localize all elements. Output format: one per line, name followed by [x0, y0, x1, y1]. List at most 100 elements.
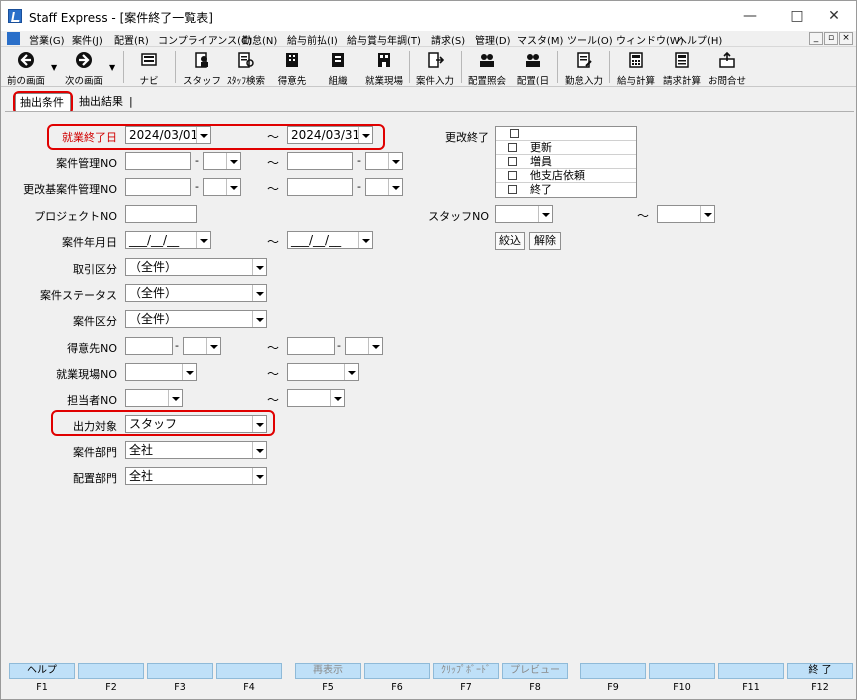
chevron-down-icon[interactable] [226, 179, 240, 195]
chevron-down-icon[interactable] [196, 127, 210, 143]
end-date-to-input[interactable]: 2024/03/31 [287, 126, 373, 144]
renewal-option-end[interactable]: 終了 [496, 183, 636, 197]
menu-anken[interactable]: 案件(J) [72, 32, 103, 47]
forward-dropdown-icon[interactable]: ▼ [109, 63, 115, 72]
fkey-f10[interactable]: F10 [649, 661, 715, 697]
payroll-button[interactable]: 給与計算 [613, 49, 659, 87]
checkbox[interactable] [508, 171, 517, 180]
menu-tool[interactable]: ツール(O) [567, 32, 613, 47]
mdi-restore-button[interactable]: ▫ [824, 32, 838, 45]
exit-button[interactable]: 終 了 [787, 663, 853, 679]
organization-button[interactable]: 組織 [317, 49, 359, 87]
menu-eigyo[interactable]: 営業(G) [29, 32, 65, 47]
output-target-select[interactable]: スタッフ [125, 415, 267, 433]
project-mgmt-no-from-input[interactable] [125, 152, 191, 170]
back-button[interactable]: 前の画面 [3, 49, 49, 87]
project-mgmt-branch-from-select[interactable] [203, 152, 241, 170]
staff-search-button[interactable]: ｽﾀｯﾌ検索 [223, 49, 269, 87]
transaction-type-select[interactable]: （全件） [125, 258, 267, 276]
project-date-from-input[interactable]: ___/__/__ [125, 231, 211, 249]
chevron-down-icon[interactable] [168, 390, 182, 406]
project-mgmt-branch-to-select[interactable] [365, 152, 403, 170]
client-branch-from-select[interactable] [183, 337, 221, 355]
clipboard-button[interactable]: ｸﾘｯﾌﾟﾎﾞｰﾄﾞ [433, 663, 499, 679]
chevron-down-icon[interactable] [358, 127, 372, 143]
chevron-down-icon[interactable] [538, 206, 552, 222]
renewal-option-renew[interactable]: 更新 [496, 141, 636, 155]
client-branch-to-select[interactable] [345, 337, 383, 355]
menu-seikyu[interactable]: 請求(S) [431, 32, 465, 47]
project-status-select[interactable]: （全件） [125, 284, 267, 302]
chevron-down-icon[interactable] [252, 468, 266, 484]
inquiry-button[interactable]: お問合せ [705, 49, 749, 87]
chevron-down-icon[interactable] [368, 338, 382, 354]
fkey-f12[interactable]: 終 了 F12 [787, 661, 853, 697]
menu-kyuyo-maebarai[interactable]: 給与前払(I) [287, 32, 338, 47]
checkbox[interactable] [508, 185, 517, 194]
fkey-f2[interactable]: F2 [78, 661, 144, 697]
checkbox[interactable] [510, 129, 519, 138]
tab-extract-results[interactable]: 抽出結果 [75, 93, 127, 113]
mdi-document-icon[interactable] [7, 32, 20, 45]
checkbox[interactable] [508, 157, 517, 166]
renewal-option-other-branch[interactable]: 他支店依頼 [496, 169, 636, 183]
worksite-no-to-select[interactable] [287, 363, 359, 381]
project-entry-button[interactable]: 案件入力 [413, 49, 457, 87]
fkey-f11-button[interactable] [718, 663, 784, 679]
renewal-base-no-to-input[interactable] [287, 178, 353, 196]
client-button[interactable]: 得意先 [271, 49, 313, 87]
staff-no-from-select[interactable] [495, 205, 553, 223]
chevron-down-icon[interactable] [196, 232, 210, 248]
menu-help[interactable]: ヘルプ(H) [677, 32, 722, 47]
staff-button[interactable]: スタッフ [181, 49, 223, 87]
worksite-no-from-select[interactable] [125, 363, 197, 381]
renewal-base-branch-to-select[interactable] [365, 178, 403, 196]
fkey-f11[interactable]: F11 [718, 661, 784, 697]
menu-kintai[interactable]: 勤怠(N) [242, 32, 277, 47]
help-button[interactable]: ヘルプ [9, 663, 75, 679]
chevron-down-icon[interactable] [252, 259, 266, 275]
project-category-select[interactable]: （全件） [125, 310, 267, 328]
forward-button[interactable]: 次の画面 [61, 49, 107, 87]
project-no-input[interactable] [125, 205, 197, 223]
attendance-entry-button[interactable]: 勤怠入力 [561, 49, 607, 87]
mdi-close-button[interactable]: × [839, 32, 853, 45]
renewal-base-no-from-input[interactable] [125, 178, 191, 196]
chevron-down-icon[interactable] [344, 364, 358, 380]
project-dept-select[interactable]: 全社 [125, 441, 267, 459]
fkey-f7[interactable]: ｸﾘｯﾌﾟﾎﾞｰﾄﾞ F7 [433, 661, 499, 697]
client-no-from-input[interactable] [125, 337, 173, 355]
fkey-f9[interactable]: F9 [580, 661, 646, 697]
chevron-down-icon[interactable] [252, 311, 266, 327]
renewal-option-increase[interactable]: 増員 [496, 155, 636, 169]
staff-in-charge-from-select[interactable] [125, 389, 183, 407]
minimize-button[interactable]: — [727, 1, 773, 31]
project-mgmt-no-to-input[interactable] [287, 152, 353, 170]
fkey-f4[interactable]: F4 [216, 661, 282, 697]
mdi-minimize-button[interactable]: _ [809, 32, 823, 45]
close-button[interactable]: ✕ [811, 1, 857, 31]
chevron-down-icon[interactable] [206, 338, 220, 354]
fkey-f5[interactable]: 再表示 F5 [295, 661, 361, 697]
placement-inquiry-button[interactable]: 配置照会 [465, 49, 509, 87]
project-date-to-input[interactable]: ___/__/__ [287, 231, 373, 249]
chevron-down-icon[interactable] [388, 153, 402, 169]
fkey-f4-button[interactable] [216, 663, 282, 679]
refresh-button[interactable]: 再表示 [295, 663, 361, 679]
menu-master[interactable]: マスタ(M) [517, 32, 563, 47]
billing-button[interactable]: 請求計算 [659, 49, 705, 87]
back-dropdown-icon[interactable]: ▼ [51, 63, 57, 72]
client-no-to-input[interactable] [287, 337, 335, 355]
fkey-f9-button[interactable] [580, 663, 646, 679]
fkey-f10-button[interactable] [649, 663, 715, 679]
fkey-f1[interactable]: ヘルプ F1 [9, 661, 75, 697]
fkey-f2-button[interactable] [78, 663, 144, 679]
staff-no-to-select[interactable] [657, 205, 715, 223]
worksite-button[interactable]: 就業現場 [361, 49, 407, 87]
chevron-down-icon[interactable] [226, 153, 240, 169]
chevron-down-icon[interactable] [252, 416, 266, 432]
chevron-down-icon[interactable] [358, 232, 372, 248]
checkbox[interactable] [508, 143, 517, 152]
clear-button[interactable]: 解除 [529, 232, 561, 250]
renewal-option-blank[interactable] [496, 127, 636, 141]
